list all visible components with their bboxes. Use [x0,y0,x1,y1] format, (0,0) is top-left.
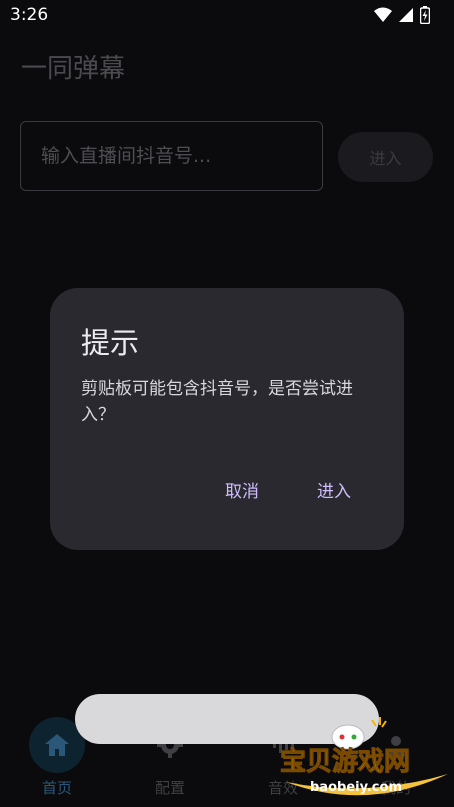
cancel-button[interactable]: 取消 [214,474,270,504]
room-id-input[interactable] [20,121,323,191]
status-time: 3:26 [10,5,49,25]
wifi-icon [374,7,392,22]
dialog-title: 提示 [81,326,140,360]
svg-text:宝贝游戏网: 宝贝游戏网 [280,746,410,777]
watermark-logo: 宝贝游戏网 baobeiy.com [280,717,448,796]
app-title: 一同弹幕 [21,54,126,84]
status-bar: 3:26 [0,0,454,32]
battery-charging-icon [420,6,430,24]
nav-label-config: 配置 [154,779,185,797]
nav-label-home: 首页 [41,779,72,797]
signal-icon [399,8,413,22]
confirm-button[interactable]: 进入 [306,474,362,504]
status-icons [374,6,430,24]
svg-text:baobeiy.com: baobeiy.com [310,780,402,795]
prompt-dialog: 提示 剪贴板可能包含抖音号，是否尝试进入？ 取消 进入 [50,288,404,550]
enter-room-button[interactable]: 进入 [338,132,433,182]
dialog-message: 剪贴板可能包含抖音号，是否尝试进入？ [81,379,353,425]
